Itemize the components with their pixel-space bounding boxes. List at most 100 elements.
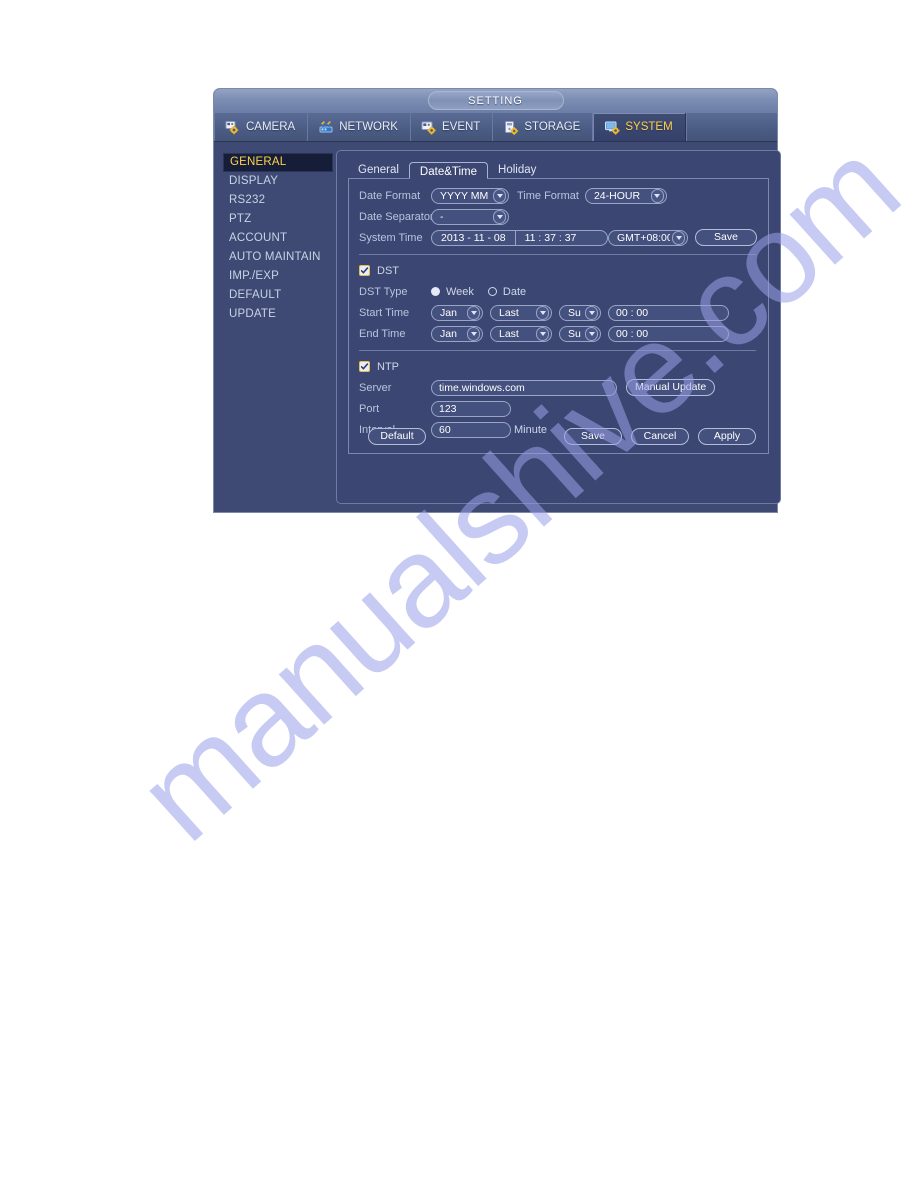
apply-button[interactable]: Apply [698, 428, 756, 445]
system-time-field[interactable]: 2013 - 11 - 08 11 : 37 : 37 [431, 229, 608, 246]
tab-event-label: EVENT [441, 121, 481, 133]
sidebar-item-imp-exp[interactable]: IMP./EXP [223, 267, 333, 286]
ntp-server-input[interactable]: time.windows.com [431, 379, 617, 396]
tab-system-label: SYSTEM [625, 121, 673, 133]
manual-update-button[interactable]: Manual Update [626, 379, 716, 396]
start-day-select[interactable]: Su [559, 304, 601, 321]
setting-window: SETTING CAMERA NETWORK EVENT STORAGE SYS… [213, 88, 781, 513]
end-day-select[interactable]: Su [559, 325, 601, 342]
dst-checkbox-row[interactable]: DST [359, 262, 768, 279]
row-ntp-server: Server time.windows.com Manual Update [359, 378, 768, 397]
row-end-time: End Time Jan Last Su 00 : 00 [359, 324, 768, 343]
default-button[interactable]: Default [368, 428, 426, 445]
date-format-value: YYYY MM DD [440, 189, 491, 202]
end-clock-field[interactable]: 00 : 00 [608, 325, 729, 342]
start-month-value: Jan [440, 306, 457, 319]
dst-type-week-radio[interactable] [431, 287, 440, 296]
date-time-panel: Date Format YYYY MM DD Time Format 24-HO… [348, 178, 769, 454]
sidebar-item-auto-maintain[interactable]: AUTO MAINTAIN [223, 248, 333, 267]
tab-camera-label: CAMERA [246, 121, 296, 133]
subtab-holiday[interactable]: Holiday [488, 161, 546, 178]
timezone-value: GMT+08:00 [617, 231, 670, 244]
sidebar-item-ptz[interactable]: PTZ [223, 210, 333, 229]
sidebar-item-account[interactable]: ACCOUNT [223, 229, 333, 248]
subtab-general[interactable]: General [348, 161, 409, 178]
chevron-down-icon[interactable] [650, 188, 664, 203]
window-body: GENERAL DISPLAY RS232 PTZ ACCOUNT AUTO M… [214, 142, 781, 513]
save-button[interactable]: Save [564, 428, 622, 445]
dst-type-label: DST Type [359, 285, 408, 298]
timezone-save-button[interactable]: Save [695, 229, 757, 246]
chevron-down-icon[interactable] [585, 326, 598, 341]
end-time-label: End Time [359, 327, 406, 340]
ntp-server-label: Server [359, 381, 392, 394]
system-time-time-value: 11 : 37 : 37 [524, 231, 577, 244]
row-date-separator: Date Separator - [359, 207, 768, 226]
timezone-select[interactable]: GMT+08:00 [608, 229, 688, 246]
chevron-down-icon[interactable] [467, 305, 480, 320]
ntp-checkbox-row[interactable]: NTP [359, 358, 768, 375]
end-month-select[interactable]: Jan [431, 325, 483, 342]
date-separator-select[interactable]: - [431, 208, 509, 225]
tab-bar-filler [685, 113, 777, 141]
subtab-date-time[interactable]: Date&Time [408, 162, 489, 179]
ntp-port-input[interactable]: 123 [431, 400, 511, 417]
start-day-value: Su [568, 306, 581, 319]
row-date-format: Date Format YYYY MM DD Time Format 24-HO… [359, 186, 768, 205]
tab-storage-label: STORAGE [524, 121, 581, 133]
dst-checkbox[interactable] [359, 265, 370, 276]
start-month-select[interactable]: Jan [431, 304, 483, 321]
panel-footer: Default Save Cancel Apply [359, 428, 756, 445]
row-start-time: Start Time Jan Last Su 00 : 00 [359, 303, 768, 322]
sidebar-item-label: UPDATE [229, 308, 276, 320]
tab-storage[interactable]: STORAGE [493, 113, 594, 141]
content-panel: General Date&Time Holiday Date Format YY… [336, 150, 781, 504]
sidebar-item-default[interactable]: DEFAULT [223, 286, 333, 305]
chevron-down-icon[interactable] [493, 209, 506, 224]
date-format-select[interactable]: YYYY MM DD [431, 187, 509, 204]
sidebar-item-label: RS232 [229, 194, 266, 206]
chevron-down-icon[interactable] [672, 230, 685, 245]
sidebar-item-label: GENERAL [230, 156, 287, 168]
subtab-label: General [358, 164, 399, 176]
window-title: SETTING [427, 91, 564, 110]
tab-system[interactable]: SYSTEM [593, 113, 686, 141]
row-system-time: System Time 2013 - 11 - 08 11 : 37 : 37 … [359, 228, 768, 247]
sidebar-item-rs232[interactable]: RS232 [223, 191, 333, 210]
chevron-down-icon[interactable] [585, 305, 598, 320]
chevron-down-icon[interactable] [536, 326, 549, 341]
sidebar-item-general[interactable]: GENERAL [223, 153, 333, 172]
chevron-down-icon[interactable] [493, 188, 506, 203]
end-week-select[interactable]: Last [490, 325, 552, 342]
start-week-select[interactable]: Last [490, 304, 552, 321]
dst-type-date-radio[interactable] [487, 287, 497, 296]
network-icon [318, 120, 335, 135]
system-time-date-value: 2013 - 11 - 08 [441, 231, 506, 244]
time-format-value: 24-HOUR [593, 189, 641, 202]
row-ntp-port: Port 123 [359, 399, 768, 418]
end-day-value: Su [568, 327, 581, 340]
date-separator-label: Date Separator [359, 210, 434, 223]
ntp-label: NTP [377, 360, 399, 373]
ntp-port-label: Port [359, 402, 380, 415]
tab-event[interactable]: EVENT [411, 113, 494, 141]
ntp-checkbox[interactable] [359, 361, 370, 372]
sidebar: GENERAL DISPLAY RS232 PTZ ACCOUNT AUTO M… [218, 150, 333, 504]
tab-network[interactable]: NETWORK [308, 113, 411, 141]
start-week-value: Last [499, 306, 519, 319]
time-format-select[interactable]: 24-HOUR [584, 187, 667, 204]
dst-type-date-label: Date [502, 285, 527, 298]
start-clock-field[interactable]: 00 : 00 [608, 304, 729, 321]
system-time-label: System Time [359, 231, 423, 244]
subtab-label: Date&Time [419, 166, 478, 178]
chevron-down-icon[interactable] [467, 326, 480, 341]
chevron-down-icon[interactable] [536, 305, 549, 320]
end-month-value: Jan [440, 327, 457, 340]
subtab-label: Holiday [498, 164, 537, 176]
tab-camera[interactable]: CAMERA [214, 113, 309, 141]
sidebar-item-label: AUTO MAINTAIN [229, 251, 321, 263]
divider-dst [359, 254, 756, 255]
cancel-button[interactable]: Cancel [631, 428, 689, 445]
sidebar-item-update[interactable]: UPDATE [223, 305, 333, 324]
sidebar-item-display[interactable]: DISPLAY [223, 172, 333, 191]
